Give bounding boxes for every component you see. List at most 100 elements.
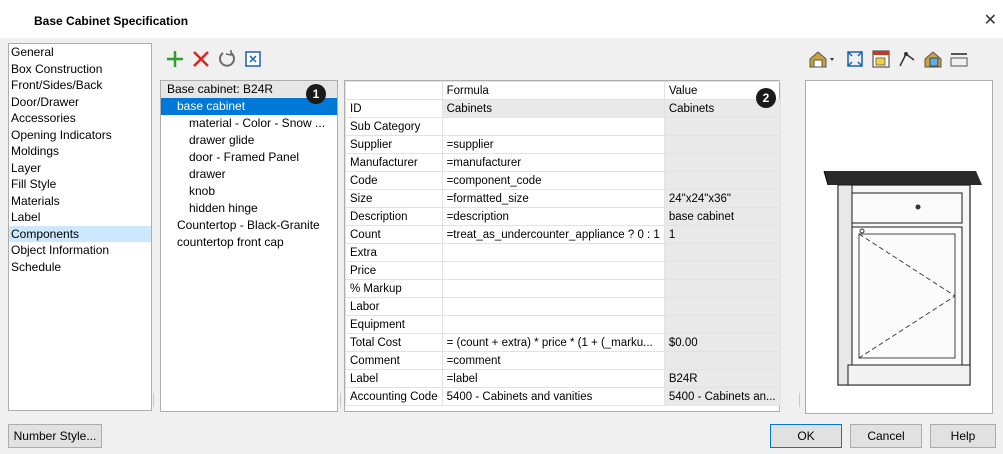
row-label: Comment (345, 351, 443, 370)
nav-item-box-construction[interactable]: Box Construction (9, 61, 151, 78)
callout-badge-1: 1 (306, 84, 326, 104)
value-cell: base cabinet (663, 207, 781, 226)
toggle-icon[interactable] (948, 48, 970, 70)
formula-cell[interactable]: =formatted_size (441, 189, 665, 208)
formula-cell[interactable]: =treat_as_undercounter_appliance ? 0 : 1 (441, 225, 665, 244)
table-row: Size =formatted_size 24"x24"x36" (345, 189, 781, 208)
category-list: General Box Construction Front/Sides/Back D… (8, 43, 152, 411)
formula-cell[interactable] (441, 117, 665, 136)
reset-icon[interactable] (216, 48, 238, 70)
nav-item-general[interactable]: General (9, 44, 151, 61)
cancel-button[interactable]: Cancel (850, 424, 922, 448)
table-row: Labor (345, 297, 781, 316)
row-label: Price (345, 261, 443, 280)
formula-cell[interactable]: = (count + extra) * price * (1 + (_marku… (441, 333, 665, 352)
row-label: Size (345, 189, 443, 208)
number-style-button[interactable]: Number Style... (8, 424, 102, 448)
splitter[interactable] (153, 393, 154, 407)
value-cell (663, 351, 781, 370)
value-cell (663, 117, 781, 136)
tree-item[interactable]: door - Framed Panel (161, 149, 337, 166)
row-label: Labor (345, 297, 443, 316)
cabinet-preview (805, 80, 993, 414)
row-label: Sub Category (345, 117, 443, 136)
row-label: Label (345, 369, 443, 388)
value-cell: B24R (663, 369, 781, 388)
nav-item-moldings[interactable]: Moldings (9, 143, 151, 160)
tree-item[interactable]: hidden hinge (161, 200, 337, 217)
row-label: Total Cost (345, 333, 443, 352)
tree-item[interactable]: knob (161, 183, 337, 200)
tree-item[interactable]: countertop front cap (161, 234, 337, 251)
formula-cell[interactable]: 5400 - Cabinets and vanities (441, 387, 665, 406)
nav-item-materials[interactable]: Materials (9, 193, 151, 210)
help-button[interactable]: Help (930, 424, 996, 448)
tree-item[interactable]: material - Color - Snow ... (161, 115, 337, 132)
value-cell (663, 315, 781, 334)
replace-icon[interactable] (242, 48, 264, 70)
callout-badge-2: 2 (756, 88, 776, 108)
row-label: Equipment (345, 315, 443, 334)
row-label: Accounting Code (345, 387, 443, 406)
formula-cell[interactable] (441, 261, 665, 280)
header-label (345, 81, 443, 100)
splitter[interactable] (340, 393, 341, 407)
value-cell (663, 171, 781, 190)
nav-item-object-information[interactable]: Object Information (9, 242, 151, 259)
formula-cell[interactable]: Cabinets (441, 99, 665, 118)
nav-item-fill-style[interactable]: Fill Style (9, 176, 151, 193)
formula-cell[interactable] (441, 315, 665, 334)
table-row: Sub Category (345, 117, 781, 136)
view-mode-icon[interactable] (808, 48, 838, 70)
camera-icon[interactable] (896, 48, 918, 70)
formula-cell[interactable] (441, 279, 665, 298)
row-label: Extra (345, 243, 443, 262)
nav-item-opening-indicators[interactable]: Opening Indicators (9, 127, 151, 144)
nav-item-front-sides-back[interactable]: Front/Sides/Back (9, 77, 151, 94)
nav-item-label[interactable]: Label (9, 209, 151, 226)
ok-button[interactable]: OK (770, 424, 842, 448)
properties-table: Formula Value ID Cabinets Cabinets Sub Cate… (344, 80, 781, 412)
value-cell (663, 153, 781, 172)
value-cell (663, 297, 781, 316)
value-cell: 5400 - Cabinets an... (663, 387, 781, 406)
splitter[interactable] (799, 393, 800, 407)
nav-item-accessories[interactable]: Accessories (9, 110, 151, 127)
camera-options-icon[interactable] (922, 48, 944, 70)
value-cell (663, 261, 781, 280)
formula-cell[interactable]: =component_code (441, 171, 665, 190)
formula-cell[interactable]: =description (441, 207, 665, 226)
value-cell (663, 279, 781, 298)
formula-cell[interactable] (441, 297, 665, 316)
formula-cell[interactable]: =comment (441, 351, 665, 370)
row-label: Manufacturer (345, 153, 443, 172)
fill-window-icon[interactable] (844, 48, 866, 70)
table-row: Manufacturer =manufacturer (345, 153, 781, 172)
close-icon[interactable]: ✕ (984, 10, 997, 30)
value-cell (663, 243, 781, 262)
nav-item-components[interactable]: Components (9, 225, 151, 242)
table-row: Comment =comment (345, 351, 781, 370)
title-bar: Base Cabinet Specification ✕ (0, 0, 1003, 38)
formula-cell[interactable]: =manufacturer (441, 153, 665, 172)
formula-cell[interactable]: =label (441, 369, 665, 388)
tree-item[interactable]: drawer (161, 166, 337, 183)
nav-item-door-drawer[interactable]: Door/Drawer (9, 94, 151, 111)
formula-cell[interactable]: =supplier (441, 135, 665, 154)
dialog-body: General Box Construction Front/Sides/Back D… (0, 38, 1003, 454)
nav-item-layer[interactable]: Layer (9, 160, 151, 177)
table-row: Code =component_code (345, 171, 781, 190)
tree-item[interactable]: Countertop - Black-Granite (161, 217, 337, 234)
formula-cell[interactable] (441, 243, 665, 262)
delete-icon[interactable] (190, 48, 212, 70)
tree-item[interactable]: drawer glide (161, 132, 337, 149)
render-icon[interactable] (870, 48, 892, 70)
row-label: ID (345, 99, 443, 118)
nav-item-schedule[interactable]: Schedule (9, 259, 151, 276)
table-row: Description =description base cabinet (345, 207, 781, 226)
header-formula: Formula (441, 81, 665, 100)
row-label: % Markup (345, 279, 443, 298)
value-cell: $0.00 (663, 333, 781, 352)
add-icon[interactable] (164, 48, 186, 70)
table-row: % Markup (345, 279, 781, 298)
